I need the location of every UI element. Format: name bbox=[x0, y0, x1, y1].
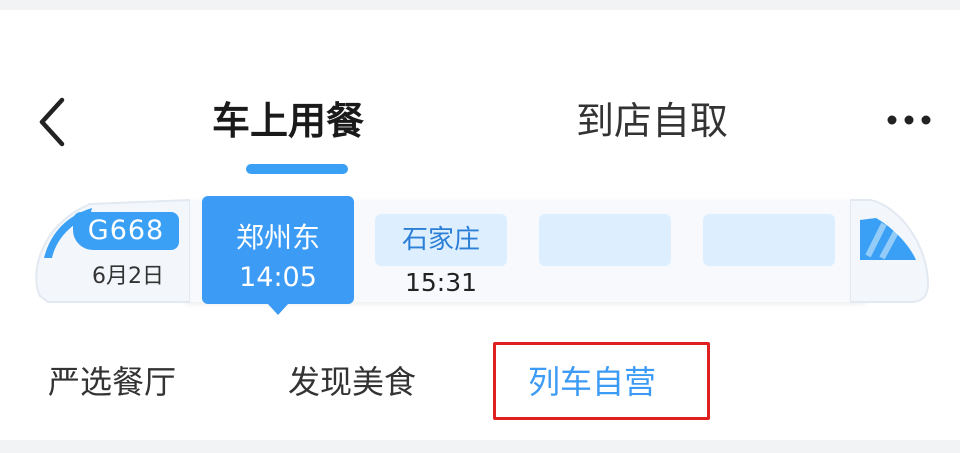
stop-selected-zhengzhoudong[interactable]: 郑州东 14:05 bbox=[202, 196, 354, 304]
stop-time: 14:05 bbox=[239, 262, 317, 293]
back-button[interactable] bbox=[30, 92, 78, 152]
tab-pickup-in-store[interactable]: 到店自取 bbox=[576, 96, 728, 146]
category-tab-selected-restaurants[interactable]: 严选餐厅 bbox=[48, 360, 176, 404]
stop-placeholder[interactable] bbox=[703, 214, 835, 266]
train-head-graphic: G668 6月2日 bbox=[30, 196, 191, 306]
selected-stop-pointer bbox=[267, 303, 289, 315]
more-button[interactable] bbox=[880, 100, 940, 140]
category-tab-train-operated[interactable]: 列车自营 bbox=[528, 360, 656, 404]
content-divider bbox=[0, 440, 960, 453]
more-horizontal-icon bbox=[880, 100, 940, 140]
status-bar-area bbox=[0, 0, 960, 10]
train-date: 6月2日 bbox=[92, 264, 164, 289]
stop-placeholder[interactable] bbox=[539, 214, 671, 266]
train-tail-graphic bbox=[849, 196, 930, 306]
chevron-left-icon bbox=[30, 92, 78, 152]
stop-shijiazhuang[interactable]: 石家庄 bbox=[375, 214, 507, 266]
train-number-badge: G668 bbox=[73, 212, 179, 250]
category-tab-discover-food[interactable]: 发现美食 bbox=[288, 360, 416, 404]
active-tab-indicator bbox=[246, 164, 348, 174]
stop-time: 15:31 bbox=[404, 268, 478, 297]
stop-name: 郑州东 bbox=[235, 221, 320, 254]
stop-name: 石家庄 bbox=[401, 225, 480, 255]
tab-dine-onboard[interactable]: 车上用餐 bbox=[212, 96, 364, 146]
